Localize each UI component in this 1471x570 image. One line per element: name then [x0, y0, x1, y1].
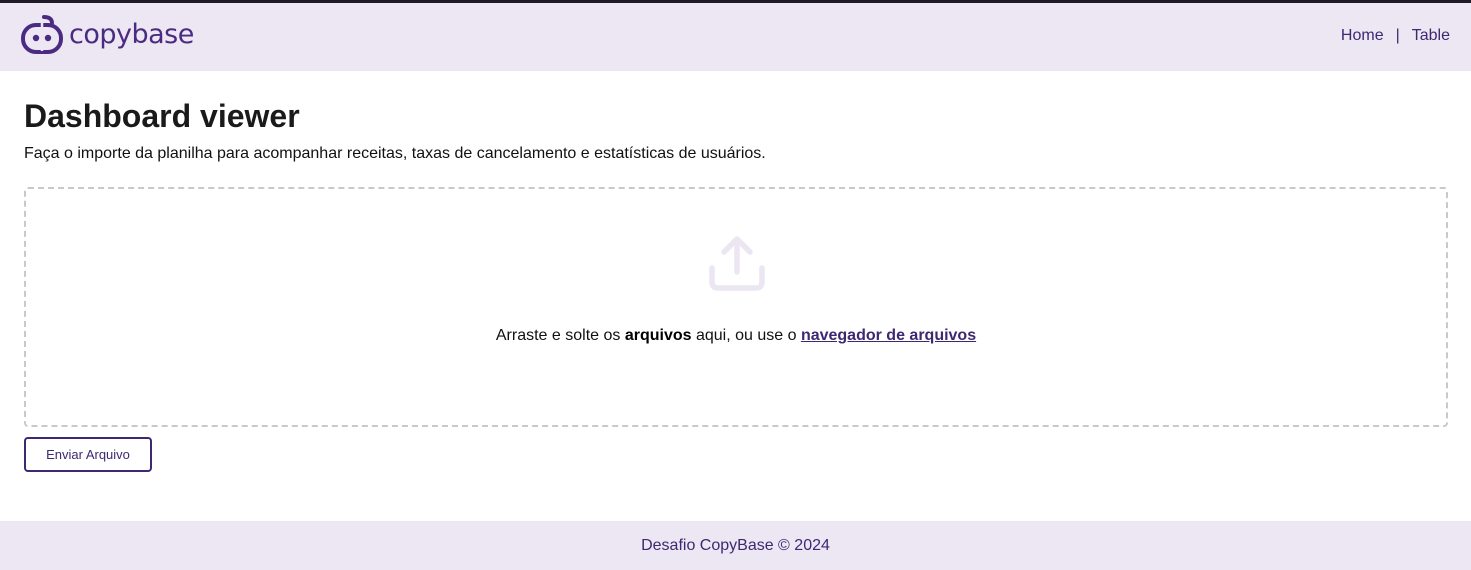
- footer: Desafio CopyBase © 2024: [0, 521, 1471, 570]
- page-title: Dashboard viewer: [24, 98, 300, 134]
- file-dropzone[interactable]: Arraste e solte os arquivos aqui, ou use…: [24, 187, 1448, 427]
- file-browser-link[interactable]: navegador de arquivos: [801, 327, 976, 344]
- top-nav: Home | Table: [1341, 27, 1450, 45]
- top-navbar: copybase Home | Table: [0, 3, 1471, 71]
- logo-text: copybase: [69, 18, 194, 50]
- dropzone-instructions: Arraste e solte os arquivos aqui, ou use…: [26, 327, 1446, 345]
- upload-icon: [709, 236, 765, 291]
- send-file-button[interactable]: Enviar Arquivo: [24, 437, 152, 472]
- dropzone-text-bold: arquivos: [624, 327, 692, 344]
- dropzone-text-before: Arraste e solte os: [495, 327, 625, 344]
- copybase-logo-icon: [21, 15, 63, 54]
- dropzone-text-middle: aqui, ou use o: [691, 327, 801, 344]
- nav-home-link[interactable]: Home: [1341, 27, 1384, 45]
- page-subtitle: Faça o importe da planilha para acompanh…: [24, 145, 766, 162]
- logo[interactable]: copybase: [21, 15, 194, 55]
- nav-table-link[interactable]: Table: [1412, 27, 1450, 45]
- nav-separator: |: [1395, 27, 1400, 44]
- footer-text: Desafio CopyBase © 2024: [641, 537, 830, 554]
